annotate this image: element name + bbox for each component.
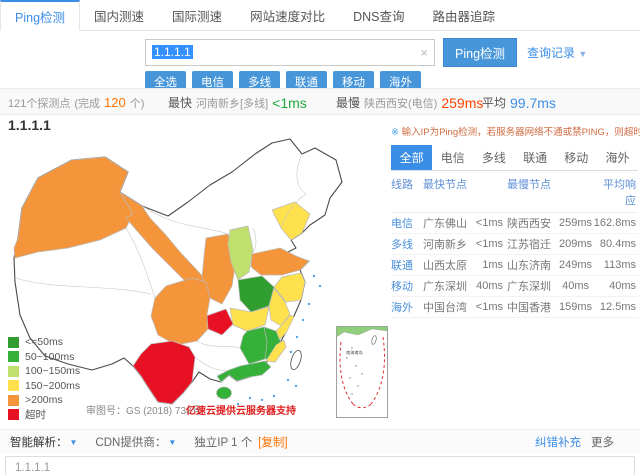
result-item-header[interactable]: 1.1.1.1: [5, 456, 635, 475]
table-row: 联通 山西太原 1ms 山东济南 249ms 113ms: [391, 255, 638, 276]
table-row: 海外 中国台湾 <1ms 中国香港 159ms 12.5ms: [391, 297, 638, 318]
cdn-provider-label: CDN提供商：: [95, 434, 166, 450]
panel-tab-unicom[interactable]: 联通: [515, 145, 556, 170]
panel-tabs: 全部 电信 多线 联通 移动 海外: [391, 145, 638, 171]
legend-swatch-2: [8, 366, 19, 377]
panel-note: ※ 输入IP为Ping检测，若服务器网络不通或禁PING，则超时。: [391, 124, 638, 138]
province-hainan: [217, 387, 232, 399]
legend-label-1: 50~100ms: [25, 351, 74, 363]
chevron-down-icon[interactable]: ▼: [168, 438, 176, 447]
chevron-down-icon: ▼: [578, 49, 587, 59]
ip-input-value: 1.1.1.1: [152, 45, 193, 59]
more-link[interactable]: 更多: [591, 434, 614, 450]
legend-label-2: 100~150ms: [25, 365, 80, 377]
table-row: 多线 河南新乡 <1ms 江苏宿迁 209ms 80.4ms: [391, 234, 638, 255]
table-header: 线路 最快节点 最慢节点 平均响应: [391, 171, 638, 213]
sea-inset: 南海诸岛: [337, 327, 388, 418]
legend-swatch-0: [8, 337, 19, 348]
panel-tab-telecom[interactable]: 电信: [432, 145, 473, 170]
ip-input[interactable]: 1.1.1.1 ×: [145, 39, 435, 66]
tab-intl-speed[interactable]: 国际测速: [158, 0, 236, 30]
tab-traceroute[interactable]: 路由器追踪: [418, 0, 509, 30]
slowest-value: 259ms: [441, 95, 483, 111]
average-value: 99.7ms: [510, 95, 556, 111]
ping-button[interactable]: Ping检测: [443, 38, 517, 67]
panel-tab-overseas[interactable]: 海外: [597, 145, 638, 170]
fastest-value: <1ms: [272, 95, 307, 111]
history-link[interactable]: 查询记录 ▼: [527, 44, 587, 61]
done-count: 120: [104, 95, 126, 110]
legend-label-5: 超时: [25, 407, 46, 422]
fastest-stat: 最快 河南新乡[多线] <1ms: [168, 89, 307, 116]
panel-tab-mobile[interactable]: 移动: [556, 145, 597, 170]
search-row: 1.1.1.1 × Ping检测 查询记录 ▼: [145, 38, 587, 66]
legend-label-0: <=50ms: [25, 336, 63, 348]
chevron-down-icon[interactable]: ▼: [70, 438, 78, 447]
copy-link[interactable]: [复制]: [258, 434, 287, 450]
probe-count: 121个探测点 (完成120个): [8, 89, 144, 116]
stats-bar: 121个探测点 (完成120个) 最快 河南新乡[多线] <1ms 最慢 陕西西…: [0, 88, 640, 115]
correction-link[interactable]: 纠错补充: [535, 434, 581, 450]
slowest-stat: 最慢 陕西西安(电信) 259ms: [336, 89, 483, 116]
average-stat: 平均 99.7ms: [482, 89, 556, 116]
legend-label-3: 150~200ms: [25, 380, 80, 392]
results-panel: ※ 输入IP为Ping检测，若服务器网络不通或禁PING，则超时。 全部 电信 …: [391, 124, 638, 318]
tab-ping[interactable]: Ping检测: [0, 0, 80, 31]
map-sponsor: 亿速云提供云服务器支持: [186, 402, 296, 417]
note-icon: ※: [391, 127, 399, 138]
tab-dns-query[interactable]: DNS查询: [339, 0, 418, 30]
panel-tab-multiline[interactable]: 多线: [473, 145, 514, 170]
history-label: 查询记录: [527, 46, 575, 60]
legend-swatch-1: [8, 351, 19, 362]
tab-site-compare[interactable]: 网站速度对比: [236, 0, 339, 30]
panel-tab-all[interactable]: 全部: [391, 145, 432, 170]
inset-label: 南海诸岛: [346, 349, 363, 356]
table-row: 电信 广东佛山 <1ms 陕西西安 259ms 162.8ms: [391, 213, 638, 234]
legend-swatch-4: [8, 395, 19, 406]
legend-swatch-5: [8, 409, 19, 420]
unique-ip-count: 独立IP 1 个: [194, 434, 252, 450]
china-map: 南海诸岛 <=50ms 50~100ms 100~150ms 150~200ms…: [0, 130, 390, 430]
clear-icon[interactable]: ×: [420, 45, 428, 60]
smart-dns-label: 智能解析：: [10, 434, 68, 450]
footer-bar: 智能解析： ▼ CDN提供商： ▼ 独立IP 1 个 [复制] 纠错补充 更多: [0, 429, 640, 454]
table-row: 移动 广东深圳 40ms 广东深圳 40ms 40ms: [391, 276, 638, 297]
ping-test-page: Ping检测 国内测速 国际测速 网站速度对比 DNS查询 路由器追踪 1.1.…: [0, 0, 640, 475]
legend-swatch-3: [8, 380, 19, 391]
map-legend: <=50ms 50~100ms 100~150ms 150~200ms >200…: [8, 335, 80, 422]
legend-label-4: >200ms: [25, 394, 63, 406]
map-license: 审图号：GS (2018) 738号: [86, 402, 202, 417]
tab-domestic-speed[interactable]: 国内测速: [80, 0, 158, 30]
top-tab-bar: Ping检测 国内测速 国际测速 网站速度对比 DNS查询 路由器追踪: [0, 0, 640, 31]
